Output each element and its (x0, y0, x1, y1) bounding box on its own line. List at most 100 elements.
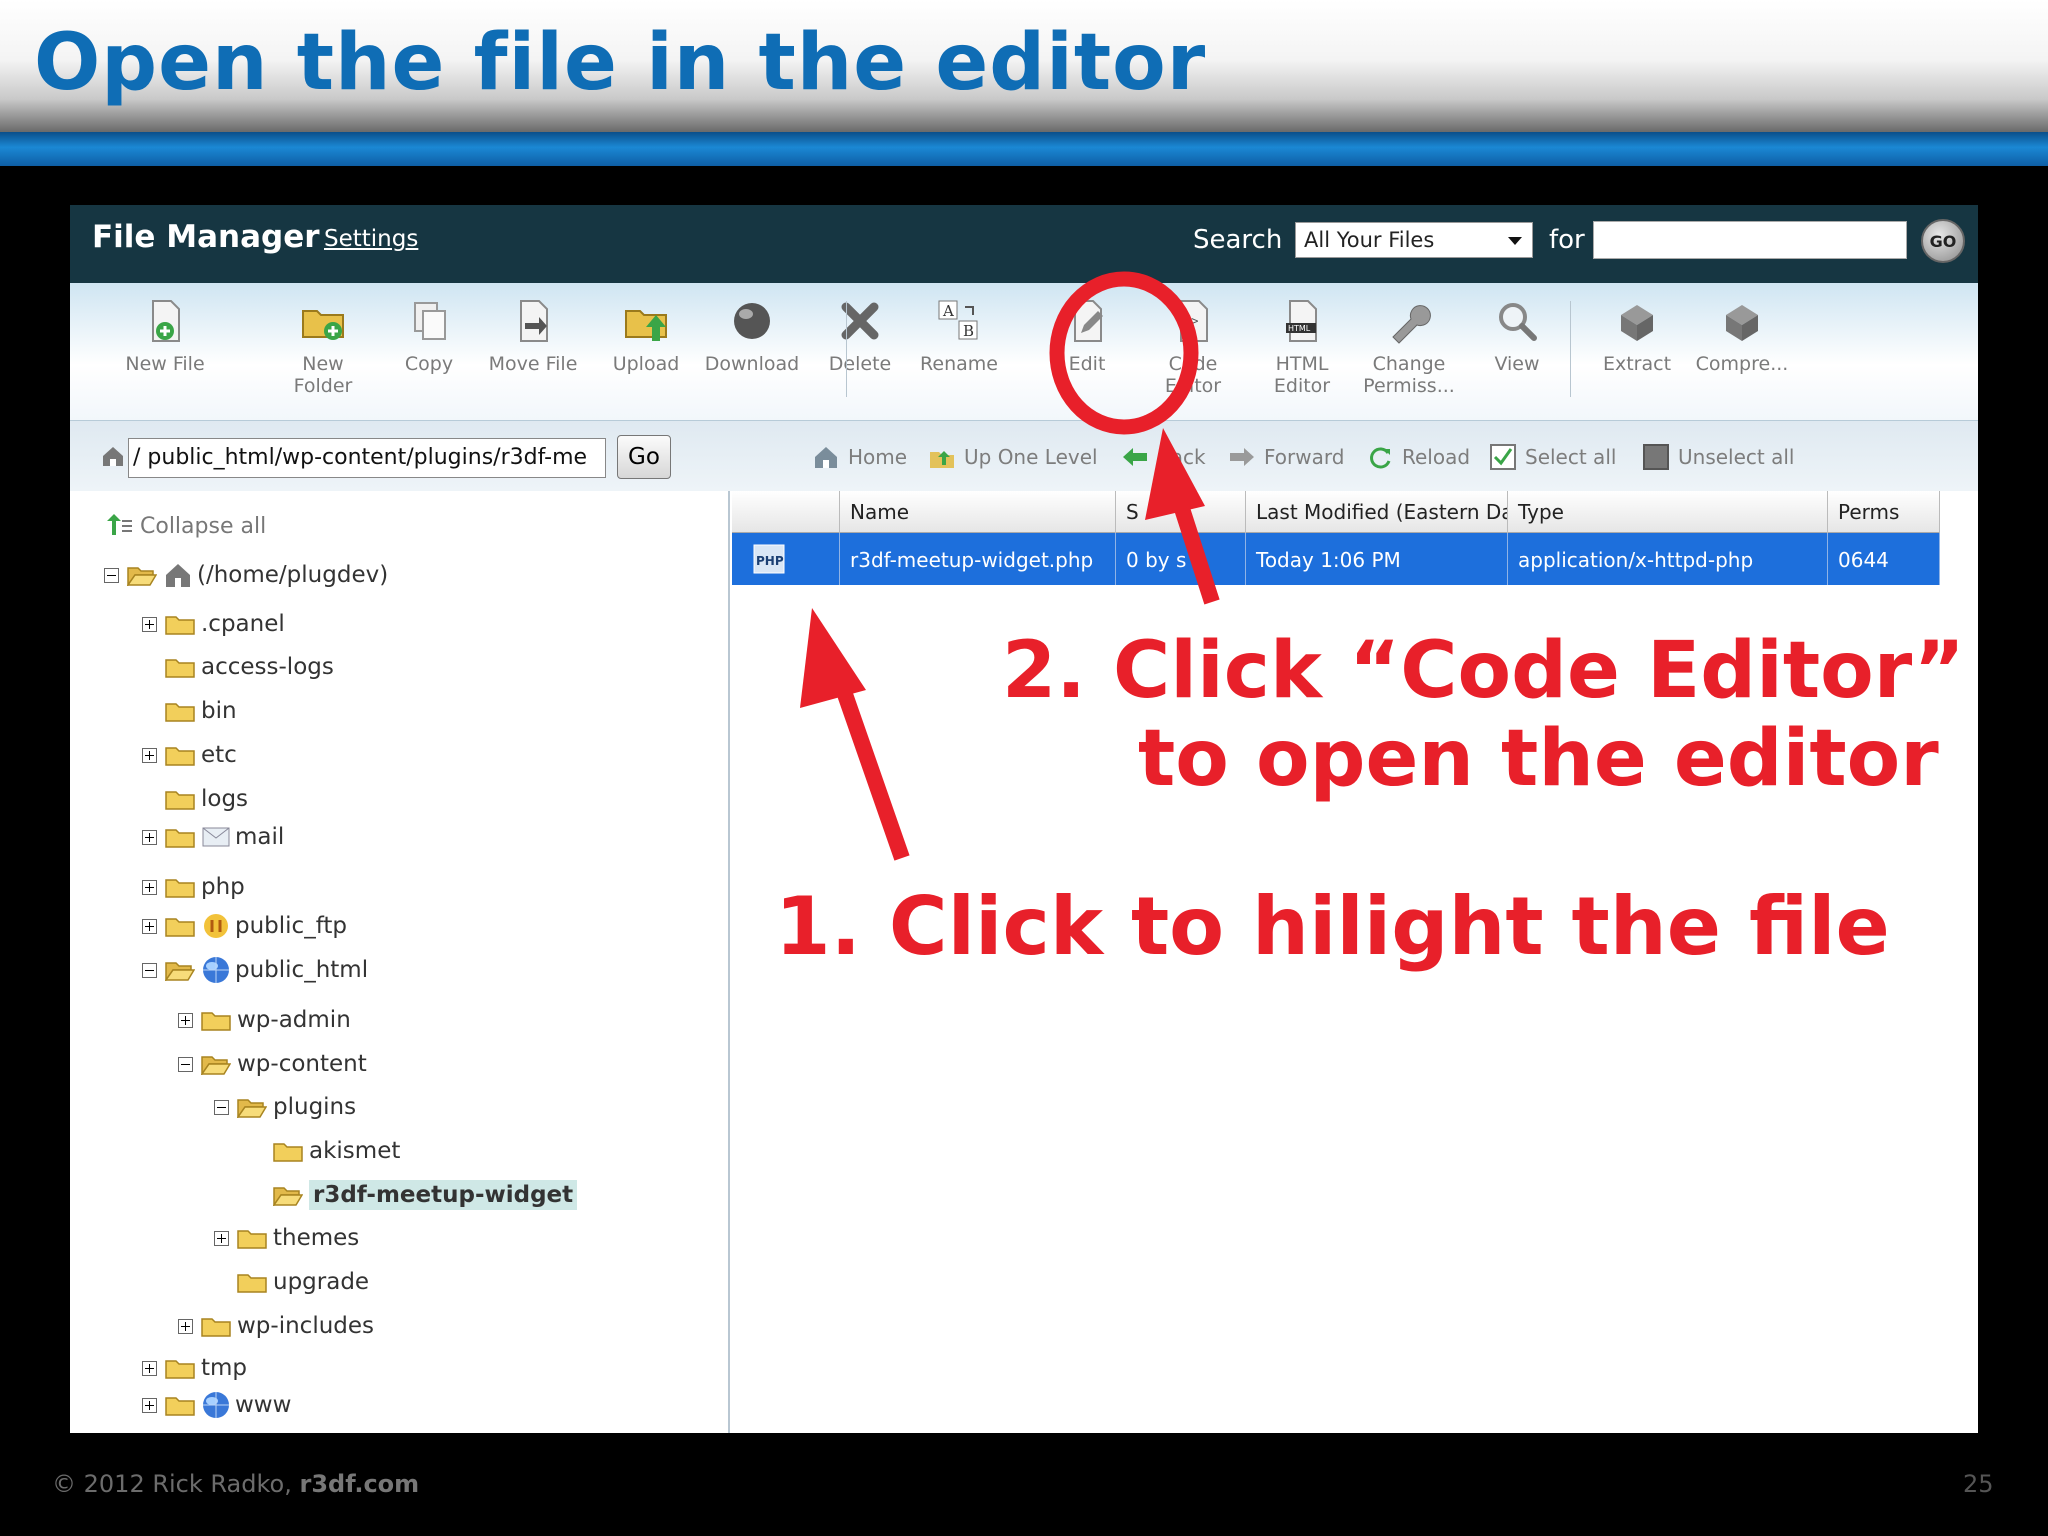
table-row[interactable]: PHP r3df-meetup-widget.php 0 by s Today … (732, 533, 1940, 585)
expand-icon[interactable] (142, 1360, 157, 1376)
tree-node[interactable]: logs (142, 783, 248, 815)
collapse-icon[interactable] (142, 962, 157, 978)
copy-label: Copy (404, 353, 454, 375)
tree-node[interactable]: wp-admin (178, 1004, 351, 1036)
tree-node[interactable]: access-logs (142, 651, 334, 683)
select-all-label: Select all (1525, 445, 1617, 469)
home-button[interactable]: Home (812, 443, 907, 471)
column-header-name[interactable]: Name (840, 491, 1116, 533)
delete-button[interactable]: Delete (810, 297, 910, 375)
folder-icon (165, 700, 201, 722)
column-header-perms[interactable]: Perms (1828, 491, 1940, 533)
expand-icon[interactable] (178, 1012, 193, 1028)
expand-icon[interactable] (142, 616, 157, 632)
tree-node[interactable]: bin (142, 695, 237, 727)
column-header-last-modified[interactable]: Last Modified (Eastern Da (1246, 491, 1508, 533)
select-all-button[interactable]: Select all (1489, 443, 1616, 471)
move-file-button[interactable]: Move File (483, 297, 583, 375)
download-button[interactable]: Download (702, 297, 802, 375)
reload-button[interactable]: Reload (1366, 443, 1470, 471)
collapse-icon[interactable] (104, 567, 119, 583)
copy-button[interactable]: Copy (379, 297, 479, 375)
svg-text:B: B (963, 322, 974, 340)
column-header-size[interactable]: S (1116, 491, 1246, 533)
file-size-cell: 0 by s (1116, 533, 1246, 585)
upload-button[interactable]: Upload (596, 297, 696, 375)
folder-icon (165, 915, 201, 937)
search-label: Search (1193, 225, 1283, 255)
expand-icon[interactable] (142, 747, 157, 763)
back-button[interactable]: Back (1121, 443, 1206, 471)
expand-icon[interactable] (178, 1318, 193, 1334)
tree-node[interactable]: (/home/plugdev) (104, 559, 388, 591)
change-permissions-button[interactable]: Change Permiss... (1359, 297, 1459, 397)
compress-button[interactable]: Compre... (1692, 297, 1792, 375)
back-arrow-icon (1123, 448, 1147, 466)
new-folder-button[interactable]: New Folder (273, 297, 373, 397)
folder-icon (165, 1394, 201, 1416)
folder-icon (201, 1315, 237, 1337)
search-input[interactable] (1593, 221, 1907, 259)
code-editor-button[interactable]: <> Code Editor (1143, 297, 1243, 397)
column-header-type[interactable]: Type (1508, 491, 1828, 533)
rename-button[interactable]: AB Rename (909, 297, 1009, 375)
search-scope-select[interactable]: All Your Files (1295, 222, 1533, 258)
path-input[interactable]: / public_html/wp-content/plugins/r3df-me (128, 438, 606, 478)
tree-node[interactable]: wp-includes (178, 1310, 374, 1342)
tree-node[interactable]: plugins (214, 1091, 356, 1123)
folder-icon (273, 1140, 309, 1162)
back-label: Back (1157, 445, 1206, 469)
settings-link[interactable]: Settings (324, 226, 418, 252)
tree-node-label: php (201, 874, 245, 900)
tree-node[interactable]: mail (142, 821, 284, 853)
edit-button[interactable]: Edit (1037, 297, 1137, 375)
file-modified-cell: Today 1:06 PM (1246, 533, 1508, 585)
forward-button[interactable]: Forward (1228, 443, 1344, 471)
tree-node[interactable]: upgrade (214, 1266, 369, 1298)
expand-icon[interactable] (142, 829, 157, 845)
column-header-icon[interactable] (732, 491, 840, 533)
folder-icon (165, 744, 201, 766)
tree-node[interactable]: .cpanel (142, 608, 285, 640)
tree-node[interactable]: r3df-meetup-widget (250, 1179, 578, 1211)
up-folder-icon (930, 451, 954, 468)
up-one-level-button[interactable]: Up One Level (928, 443, 1098, 471)
compress-label: Compre... (1695, 353, 1789, 375)
home-icon (815, 447, 837, 468)
tree-node[interactable]: www (142, 1389, 291, 1421)
slide: Open the file in the editor File Manager… (0, 0, 2048, 1536)
code-editor-label: Code Editor (1164, 353, 1222, 397)
svg-text:<>: <> (1184, 314, 1198, 328)
expand-icon[interactable] (142, 1397, 157, 1413)
tree-node[interactable]: tmp (142, 1352, 247, 1384)
toolbar-divider (846, 301, 847, 397)
move-file-icon (520, 300, 548, 342)
collapse-icon[interactable] (178, 1056, 193, 1072)
search-scope-value: All Your Files (1304, 228, 1435, 252)
search-go-button[interactable]: GO (1921, 219, 1965, 263)
folder-open-icon (201, 1053, 237, 1075)
expand-icon[interactable] (142, 918, 157, 934)
new-file-button[interactable]: New File (115, 297, 215, 375)
tree-node[interactable]: themes (214, 1222, 359, 1254)
tree-node[interactable]: php (142, 871, 245, 903)
tree-node[interactable]: etc (142, 739, 237, 771)
tree-node[interactable]: public_html (142, 954, 368, 986)
view-button[interactable]: View (1467, 297, 1567, 375)
upload-icon (625, 310, 667, 341)
expand-icon[interactable] (214, 1230, 229, 1246)
unselect-all-button[interactable]: Unselect all (1642, 443, 1794, 471)
html-editor-button[interactable]: HTML HTML Editor (1252, 297, 1352, 397)
file-manager-title: File Manager (92, 219, 320, 255)
path-go-button[interactable]: Go (617, 435, 671, 479)
mail-icon (201, 822, 235, 852)
extract-button[interactable]: Extract (1587, 297, 1687, 375)
tree-node[interactable]: wp-content (178, 1048, 367, 1080)
collapse-all-button[interactable]: Collapse all (104, 513, 266, 539)
compress-icon (1726, 305, 1758, 341)
tree-node-label: plugins (273, 1094, 357, 1120)
collapse-icon[interactable] (214, 1099, 229, 1115)
expand-icon[interactable] (142, 879, 157, 895)
tree-node[interactable]: akismet (250, 1135, 400, 1167)
tree-node[interactable]: public_ftp (142, 910, 347, 942)
